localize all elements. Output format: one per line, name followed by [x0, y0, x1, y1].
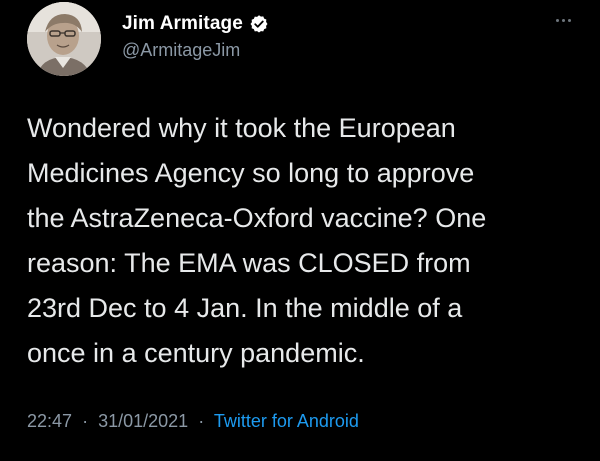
tweet-date[interactable]: 31/01/2021	[98, 411, 188, 431]
name-row: Jim Armitage	[122, 11, 269, 37]
user-handle[interactable]: @ArmitageJim	[122, 40, 240, 61]
tweet-text-line: Wondered why it took the European	[27, 113, 456, 143]
more-dot	[555, 18, 559, 22]
tweet-meta: 22:47 · 31/01/2021 · Twitter for Android	[27, 411, 359, 432]
tweet-text-line: 23rd Dec to 4 Jan. In the middle of a	[27, 293, 463, 323]
more-dot	[567, 18, 571, 22]
meta-separator: ·	[198, 411, 205, 431]
avatar-image	[27, 2, 101, 76]
tweet-source-link[interactable]: Twitter for Android	[214, 411, 359, 431]
verified-badge-icon	[249, 14, 269, 34]
meta-separator: ·	[82, 411, 89, 431]
display-name[interactable]: Jim Armitage	[122, 13, 243, 35]
tweet-text-line: reason: The EMA was CLOSED from	[27, 248, 471, 278]
tweet-text-line: Medicines Agency so long to approve	[27, 158, 475, 188]
tweet-text-line: the AstraZeneca-Oxford vaccine? One	[27, 203, 487, 233]
tweet-time[interactable]: 22:47	[27, 411, 72, 431]
more-dot	[561, 18, 565, 22]
tweet-header: Jim Armitage @ArmitageJim	[0, 0, 600, 90]
tweet-text-line: once in a century pandemic.	[27, 338, 365, 368]
tweet-text: Wondered why it took the European Medici…	[27, 106, 582, 376]
more-options-icon[interactable]	[548, 10, 578, 30]
avatar[interactable]	[27, 2, 101, 76]
